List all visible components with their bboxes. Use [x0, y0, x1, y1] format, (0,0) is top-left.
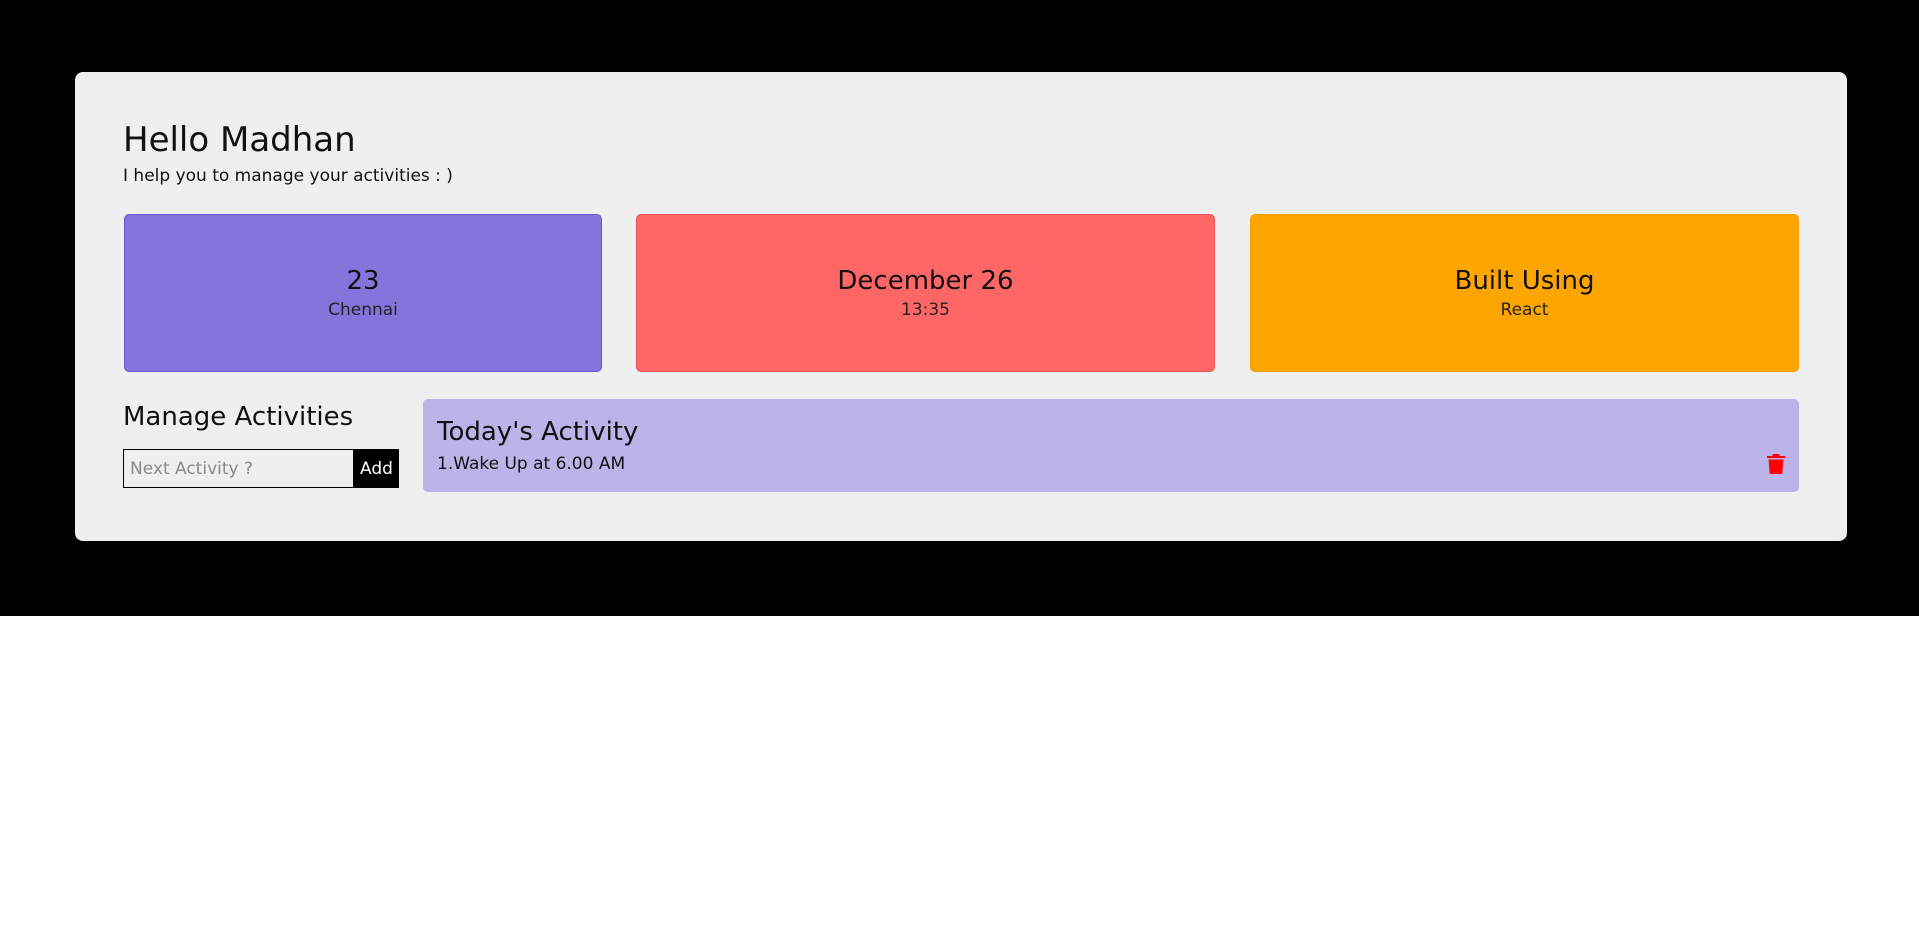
trash-icon-glyph [1767, 454, 1785, 474]
weather-tile: 23 Chennai [124, 214, 602, 372]
date-value: December 26 [837, 265, 1014, 296]
trash-icon[interactable] [1767, 454, 1785, 474]
temperature-value: 23 [346, 265, 380, 296]
built-using-tile: Built Using React [1250, 214, 1799, 372]
date-time-tile: December 26 13:35 [636, 214, 1215, 372]
activity-list-item: 1.Wake Up at 6.00 AM [437, 454, 1785, 476]
manage-activities-title: Manage Activities [123, 402, 354, 432]
built-using-heading: Built Using [1454, 265, 1595, 296]
todays-activity-panel: Today's Activity 1.Wake Up at 6.00 AM [423, 399, 1799, 492]
city-label: Chennai [328, 300, 398, 321]
greeting-heading: Hello Madhan [123, 120, 356, 160]
todays-activity-title: Today's Activity [437, 417, 639, 447]
time-value: 13:35 [901, 300, 950, 321]
app-card: Hello Madhan I help you to manage your a… [75, 72, 1847, 541]
greeting-subtitle: I help you to manage your activities : ) [123, 166, 453, 186]
add-activity-button[interactable]: Add [354, 449, 399, 488]
built-using-tech: React [1500, 300, 1549, 321]
add-activity-form: Add [123, 449, 399, 488]
next-activity-input[interactable] [123, 449, 354, 488]
activity-item-text: 1.Wake Up at 6.00 AM [437, 454, 626, 474]
